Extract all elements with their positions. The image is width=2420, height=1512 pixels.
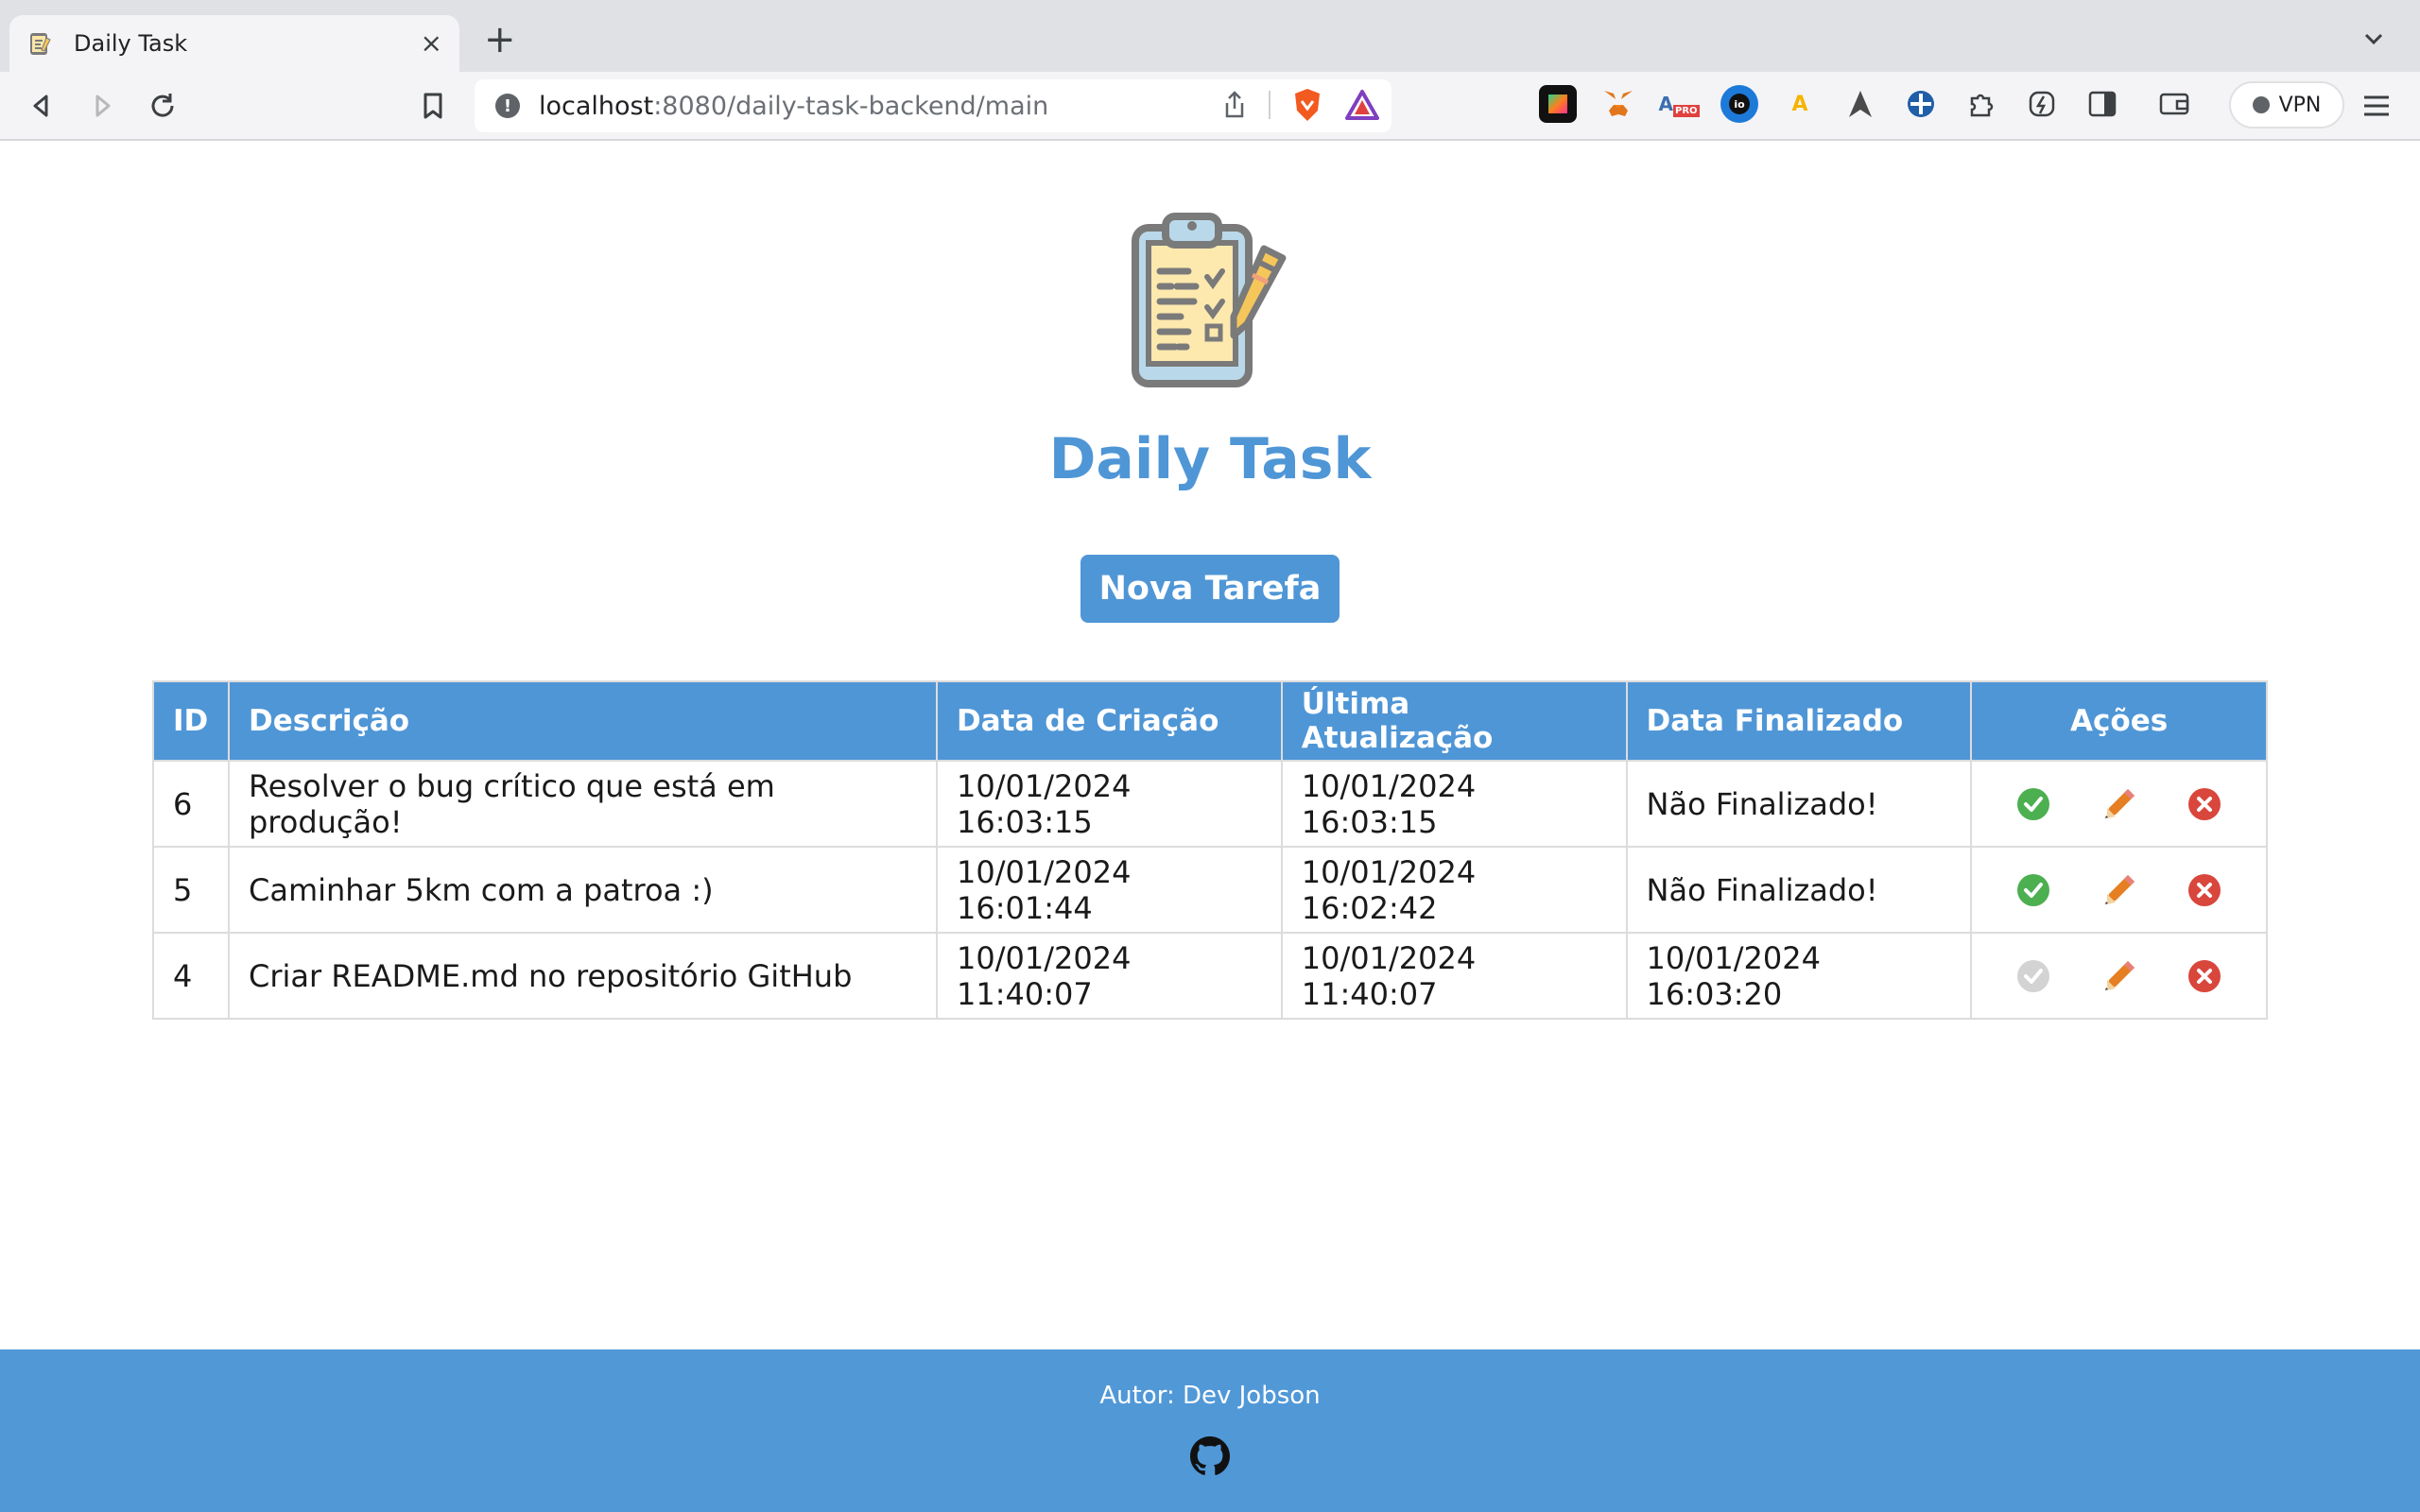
table-row: 6 Resolver o bug crítico que está em prod… [152,760,2268,848]
header-description: Descrição [227,680,939,762]
task-rows: 6 Resolver o bug crítico que está em prod… [152,760,2268,1020]
ads-pro-extension-icon[interactable]: A PRO [1659,85,1700,123]
row-actions [1991,957,2247,995]
divider [1269,91,1270,119]
clipboard-favicon-icon [30,33,51,55]
new-tab-icon[interactable]: + [484,21,516,59]
address-bar-actions [1221,87,1380,123]
cell-finished: 10/01/2024 16:03:20 [1625,932,1973,1020]
table-row: 4 Criar README.md no repositório GitHub 10… [152,932,2268,1020]
vpn-button[interactable]: VPN [2229,81,2344,129]
back-icon[interactable] [21,85,62,127]
tab-title: Daily Task [74,30,188,57]
leo-ai-icon[interactable] [2023,85,2061,123]
cell-actions [1970,846,2268,934]
page-title: Daily Task [1048,426,1372,492]
cell-created: 10/01/2024 16:01:44 [936,846,1283,934]
vpn-label: VPN [2278,93,2322,117]
cell-description: Caminhar 5km com a patroa :) [227,846,939,934]
cell-description: Criar README.md no repositório GitHub [227,932,939,1020]
site-info-icon[interactable]: ! [495,94,520,118]
cell-actions [1970,760,2268,848]
reload-icon[interactable] [142,85,183,127]
url-path: :8080/daily-task-backend/main [653,91,1049,121]
cell-actions [1970,932,2268,1020]
brave-shields-icon[interactable] [1291,87,1323,123]
io-extension-icon[interactable]: io [1720,85,1758,123]
cell-updated: 10/01/2024 16:03:15 [1280,760,1628,848]
edit-pencil-icon[interactable] [2100,871,2138,909]
header-actions: Ações [1970,680,2268,762]
chevron-down-icon[interactable] [2360,25,2388,53]
header-updated: Última Atualização [1280,680,1628,762]
browser-toolbar: ! localhost:8080/daily-task-backend/main… [0,72,2420,141]
cell-id: 4 [152,932,230,1020]
cell-id: 5 [152,846,230,934]
cell-created: 10/01/2024 16:03:15 [936,760,1283,848]
cell-updated: 10/01/2024 16:02:42 [1280,846,1628,934]
table-header-row: ID Descrição Data de Criação Última Atua… [152,680,2268,762]
forward-icon[interactable] [81,85,123,127]
extensions-bar: A PRO io A [1539,85,2193,123]
vpn-status-icon [2252,96,2270,113]
delete-task-icon[interactable] [2186,785,2223,823]
browser-tab[interactable]: Daily Task × [9,15,459,72]
jetbrains-extension-icon[interactable] [1539,85,1577,123]
metamask-extension-icon[interactable] [1599,85,1637,123]
delete-task-icon[interactable] [2186,957,2223,995]
url-host: localhost [539,91,654,121]
brave-rewards-icon[interactable] [1344,89,1380,121]
cell-updated: 10/01/2024 11:40:07 [1280,932,1628,1020]
wallet-icon[interactable] [2155,85,2193,123]
cell-description: Resolver o bug crítico que está em produ… [227,760,939,848]
cell-created: 10/01/2024 11:40:07 [936,932,1283,1020]
edit-pencil-icon[interactable] [2100,785,2138,823]
cell-finished: Não Finalizado! [1625,846,1973,934]
tasks-table: ID Descrição Data de Criação Última Atua… [152,680,2268,1020]
a-scout-extension-icon[interactable]: A [1781,85,1819,123]
bookmark-icon[interactable] [412,85,454,127]
footer-author: Autor: Dev Jobson [1099,1382,1321,1410]
delete-task-icon[interactable] [2186,871,2223,909]
tab-close-icon[interactable]: × [421,30,442,57]
new-task-button[interactable]: Nova Tarefa [1080,555,1340,623]
header-finished: Data Finalizado [1625,680,1973,762]
globe-extension-icon[interactable] [1902,85,1940,123]
table-row: 5 Caminhar 5km com a patroa :) 10/01/2024 … [152,846,2268,934]
footer: Autor: Dev Jobson [0,1349,2420,1512]
share-icon[interactable] [1221,90,1248,120]
page-content: Daily Task Nova Tarefa ID Descrição Data… [0,143,2420,1349]
clipboard-logo-icon [1132,213,1287,387]
sidebar-icon[interactable] [2083,85,2121,123]
row-actions [1991,871,2247,909]
address-bar[interactable]: ! localhost:8080/daily-task-backend/main [475,79,1392,132]
complete-task-icon[interactable] [2014,957,2052,995]
tab-strip: Daily Task × + [0,0,2420,72]
complete-task-icon[interactable] [2014,871,2052,909]
row-actions [1991,785,2247,823]
complete-task-icon[interactable] [2014,785,2052,823]
puzzle-icon[interactable] [1962,85,2000,123]
github-icon[interactable] [1190,1436,1230,1476]
cell-finished: Não Finalizado! [1625,760,1973,848]
hamburger-menu-icon[interactable] [2360,89,2394,123]
edit-pencil-icon[interactable] [2100,957,2138,995]
header-created: Data de Criação [936,680,1283,762]
cell-id: 6 [152,760,230,848]
header-id: ID [152,680,230,762]
browser-chrome: Daily Task × + ! localhost:8080/daily-ta… [0,0,2420,141]
arrow-extension-icon[interactable] [1841,85,1879,123]
